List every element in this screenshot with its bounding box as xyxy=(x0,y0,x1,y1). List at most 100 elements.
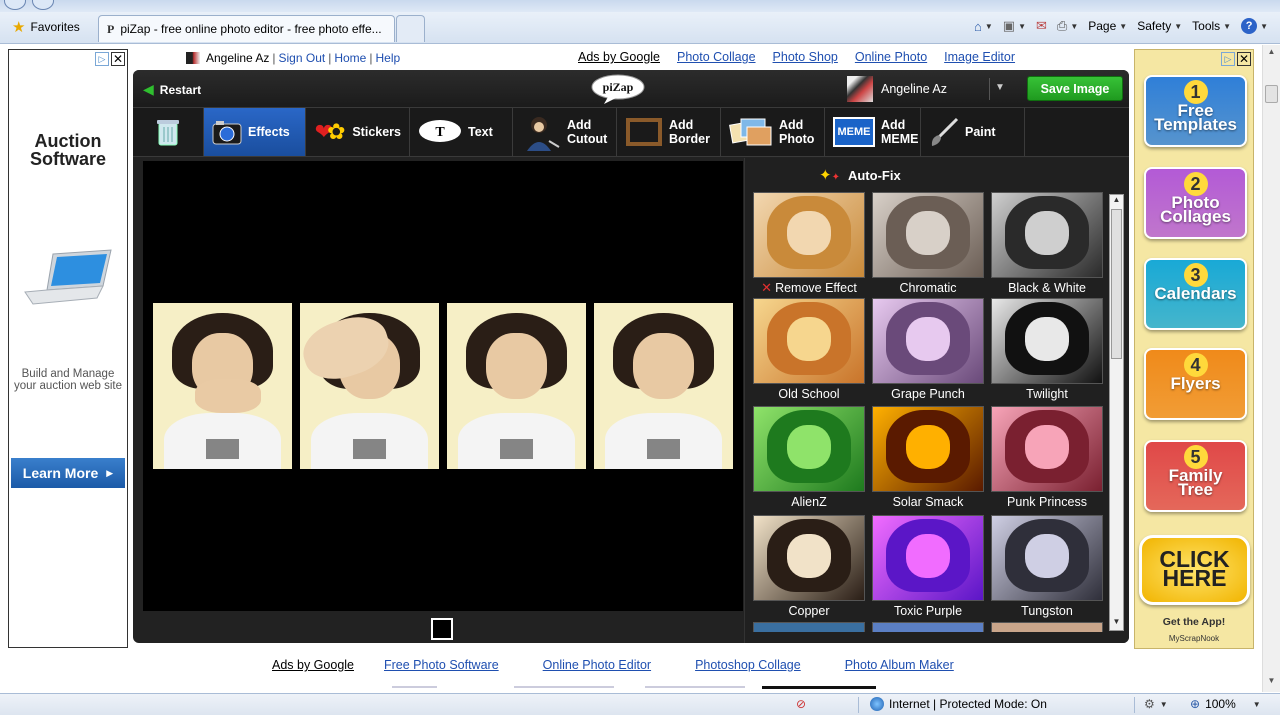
zoom-control[interactable]: ⊕ 100% ▼ xyxy=(1190,697,1261,711)
home-link[interactable]: Home xyxy=(334,51,366,65)
help-link[interactable]: Help xyxy=(375,51,400,65)
effect-grape-punch[interactable]: Grape Punch xyxy=(872,298,984,404)
scroll-down-icon[interactable]: ▼ xyxy=(1110,617,1123,630)
effect-remove-effect[interactable]: ✕ Remove Effect xyxy=(753,192,865,298)
ad-link-photoshop-collage[interactable]: Photoshop Collage xyxy=(695,658,801,672)
adchoices-icon[interactable]: ▷ xyxy=(95,52,109,66)
effect-black-white[interactable]: Black & White xyxy=(991,192,1103,298)
browser-title-strip xyxy=(0,0,1280,12)
protected-mode-settings[interactable]: ⚙ ▼ xyxy=(1144,697,1168,711)
page-scroll-thumb[interactable] xyxy=(1265,85,1278,103)
tool-effects[interactable]: Effects xyxy=(204,108,306,156)
scroll-up-icon[interactable]: ▲ xyxy=(1110,195,1123,208)
forward-button[interactable] xyxy=(32,0,54,10)
ad-link-online-photo[interactable]: Online Photo xyxy=(855,50,927,66)
effect-punk-princess[interactable]: Punk Princess xyxy=(991,406,1103,512)
collage-photo-2[interactable] xyxy=(300,303,439,469)
security-zone[interactable]: Internet | Protected Mode: On xyxy=(870,697,1047,711)
auto-fix-button[interactable]: ✦✦ Auto-Fix xyxy=(819,164,901,186)
ad-link-photo-album-maker[interactable]: Photo Album Maker xyxy=(845,658,954,672)
learn-more-button[interactable]: Learn More ▶ xyxy=(11,458,125,488)
effect-thumbnail-partial[interactable] xyxy=(872,622,984,632)
ad-choices[interactable]: ▷ ✕ xyxy=(95,52,125,66)
tool-add-border[interactable]: Add Border xyxy=(617,108,721,156)
editor-header: ◀ Restart piZap Angeline Az ▼ Save Image xyxy=(133,70,1129,107)
scroll-thumb[interactable] xyxy=(1111,209,1122,359)
tab-pizap[interactable]: P piZap - free online photo editor - fre… xyxy=(98,15,395,42)
close-icon[interactable]: ✕ xyxy=(1237,52,1251,66)
scroll-up-icon[interactable]: ▲ xyxy=(1265,47,1278,61)
favorites-button[interactable]: ★ Favorites xyxy=(6,16,86,38)
status-bar: ⊘ Internet | Protected Mode: On ⚙ ▼ ⊕ 100… xyxy=(0,693,1280,715)
effect-twilight[interactable]: Twilight xyxy=(991,298,1103,404)
new-tab-button[interactable] xyxy=(396,15,425,42)
effect-old-school[interactable]: Old School xyxy=(753,298,865,404)
restart-button[interactable]: ◀ Restart xyxy=(143,81,201,98)
sign-out-link[interactable]: Sign Out xyxy=(279,51,326,65)
ads-by-google-link[interactable]: Ads by Google xyxy=(578,50,660,66)
tool-paint[interactable]: Paint xyxy=(921,108,1025,156)
ad-link-image-editor[interactable]: Image Editor xyxy=(944,50,1015,66)
collage-photo-1[interactable] xyxy=(153,303,292,469)
left-ad-banner[interactable]: ▷ ✕ Auction Software Build and Manage you… xyxy=(8,49,128,648)
feeds-button[interactable]: ▣ ▼ xyxy=(999,16,1030,36)
ad-item-photo-collages[interactable]: 2 Photo Collages xyxy=(1144,167,1247,239)
adchoices-icon[interactable]: ▷ xyxy=(1221,52,1235,66)
ad-link-photo-collage[interactable]: Photo Collage xyxy=(677,50,756,66)
page-scrollbar[interactable]: ▲ ▼ xyxy=(1262,45,1280,692)
home-button[interactable]: ⌂ ▼ xyxy=(970,17,997,36)
bottom-ad-links: Ads by Google Free Photo Software Online… xyxy=(272,658,954,672)
tool-add-cutout[interactable]: Add Cutout xyxy=(513,108,617,156)
tool-stickers[interactable]: ❤ ✿ Stickers xyxy=(306,108,410,156)
safety-menu[interactable]: Safety ▼ xyxy=(1133,17,1186,35)
scroll-down-icon[interactable]: ▼ xyxy=(1265,676,1278,690)
back-button[interactable] xyxy=(4,0,26,10)
tool-text[interactable]: T Text xyxy=(410,108,513,156)
ad-link-photo-shop[interactable]: Photo Shop xyxy=(773,50,838,66)
user-menu[interactable]: Angeline Az xyxy=(847,76,947,102)
get-the-app-text: Get the App! xyxy=(1162,616,1226,628)
star-icon: ★ xyxy=(12,19,26,36)
background-color-swatch[interactable] xyxy=(431,618,453,640)
ad-item-flyers[interactable]: 4 Flyers xyxy=(1144,348,1247,420)
effect-chromatic[interactable]: Chromatic xyxy=(872,192,984,298)
help-menu[interactable]: ? ▼ xyxy=(1237,16,1272,36)
ad-link-online-photo-editor[interactable]: Online Photo Editor xyxy=(543,658,651,672)
effect-thumbnail-partial[interactable] xyxy=(991,622,1103,632)
tool-add-photo[interactable]: Add Photo xyxy=(721,108,825,156)
save-image-button[interactable]: Save Image xyxy=(1027,76,1123,101)
ad-choices-right[interactable]: ▷ ✕ xyxy=(1221,52,1251,66)
ad-item-calendars[interactable]: 3 Calendars xyxy=(1144,258,1247,330)
effect-thumbnail xyxy=(872,298,984,384)
effect-toxic-purple[interactable]: Toxic Purple xyxy=(872,515,984,621)
ads-by-google-link-bottom[interactable]: Ads by Google xyxy=(272,658,354,672)
ad-item-free-templates[interactable]: 1 Free Templates xyxy=(1144,75,1247,147)
effect-alienz[interactable]: AlienZ xyxy=(753,406,865,512)
page-menu[interactable]: Page ▼ xyxy=(1084,17,1131,35)
ad-item-family-tree[interactable]: 5 Family Tree xyxy=(1144,440,1247,512)
print-button[interactable]: ⎙ ▼ xyxy=(1053,16,1082,36)
chevron-down-icon[interactable]: ▼ xyxy=(995,82,1005,93)
effects-scrollbar[interactable]: ▲ ▼ xyxy=(1109,194,1124,631)
effect-tungston[interactable]: Tungston xyxy=(991,515,1103,621)
effect-solar-smack[interactable]: Solar Smack xyxy=(872,406,984,512)
close-icon[interactable]: ✕ xyxy=(111,52,125,66)
photo-canvas[interactable] xyxy=(143,161,743,611)
privacy-report-icon[interactable]: ⊘ xyxy=(796,697,806,711)
effect-copper[interactable]: Copper xyxy=(753,515,865,621)
collage-photo-4[interactable] xyxy=(594,303,733,469)
collage-photo-3[interactable] xyxy=(447,303,586,469)
tool-add-meme[interactable]: MEME Add MEME xyxy=(825,108,921,156)
pizap-editor: ◀ Restart piZap Angeline Az ▼ Save Image xyxy=(133,70,1129,643)
page-footer-rule xyxy=(392,686,876,689)
mail-button[interactable]: ✉ xyxy=(1032,16,1051,36)
tools-menu[interactable]: Tools ▼ xyxy=(1188,17,1235,35)
pizap-favicon-icon: P xyxy=(107,21,115,36)
effect-thumbnail-partial[interactable] xyxy=(753,622,865,632)
favorites-label: Favorites xyxy=(30,20,80,34)
user-menu-name: Angeline Az xyxy=(881,82,948,96)
ad-link-free-photo-software[interactable]: Free Photo Software xyxy=(384,658,499,672)
right-ad-banner[interactable]: ▷ ✕ 1 Free Templates 2 Photo Collages 3 Calend… xyxy=(1134,49,1254,649)
click-here-button[interactable]: CLICK HERE xyxy=(1139,535,1250,605)
tool-trash[interactable] xyxy=(133,108,204,156)
